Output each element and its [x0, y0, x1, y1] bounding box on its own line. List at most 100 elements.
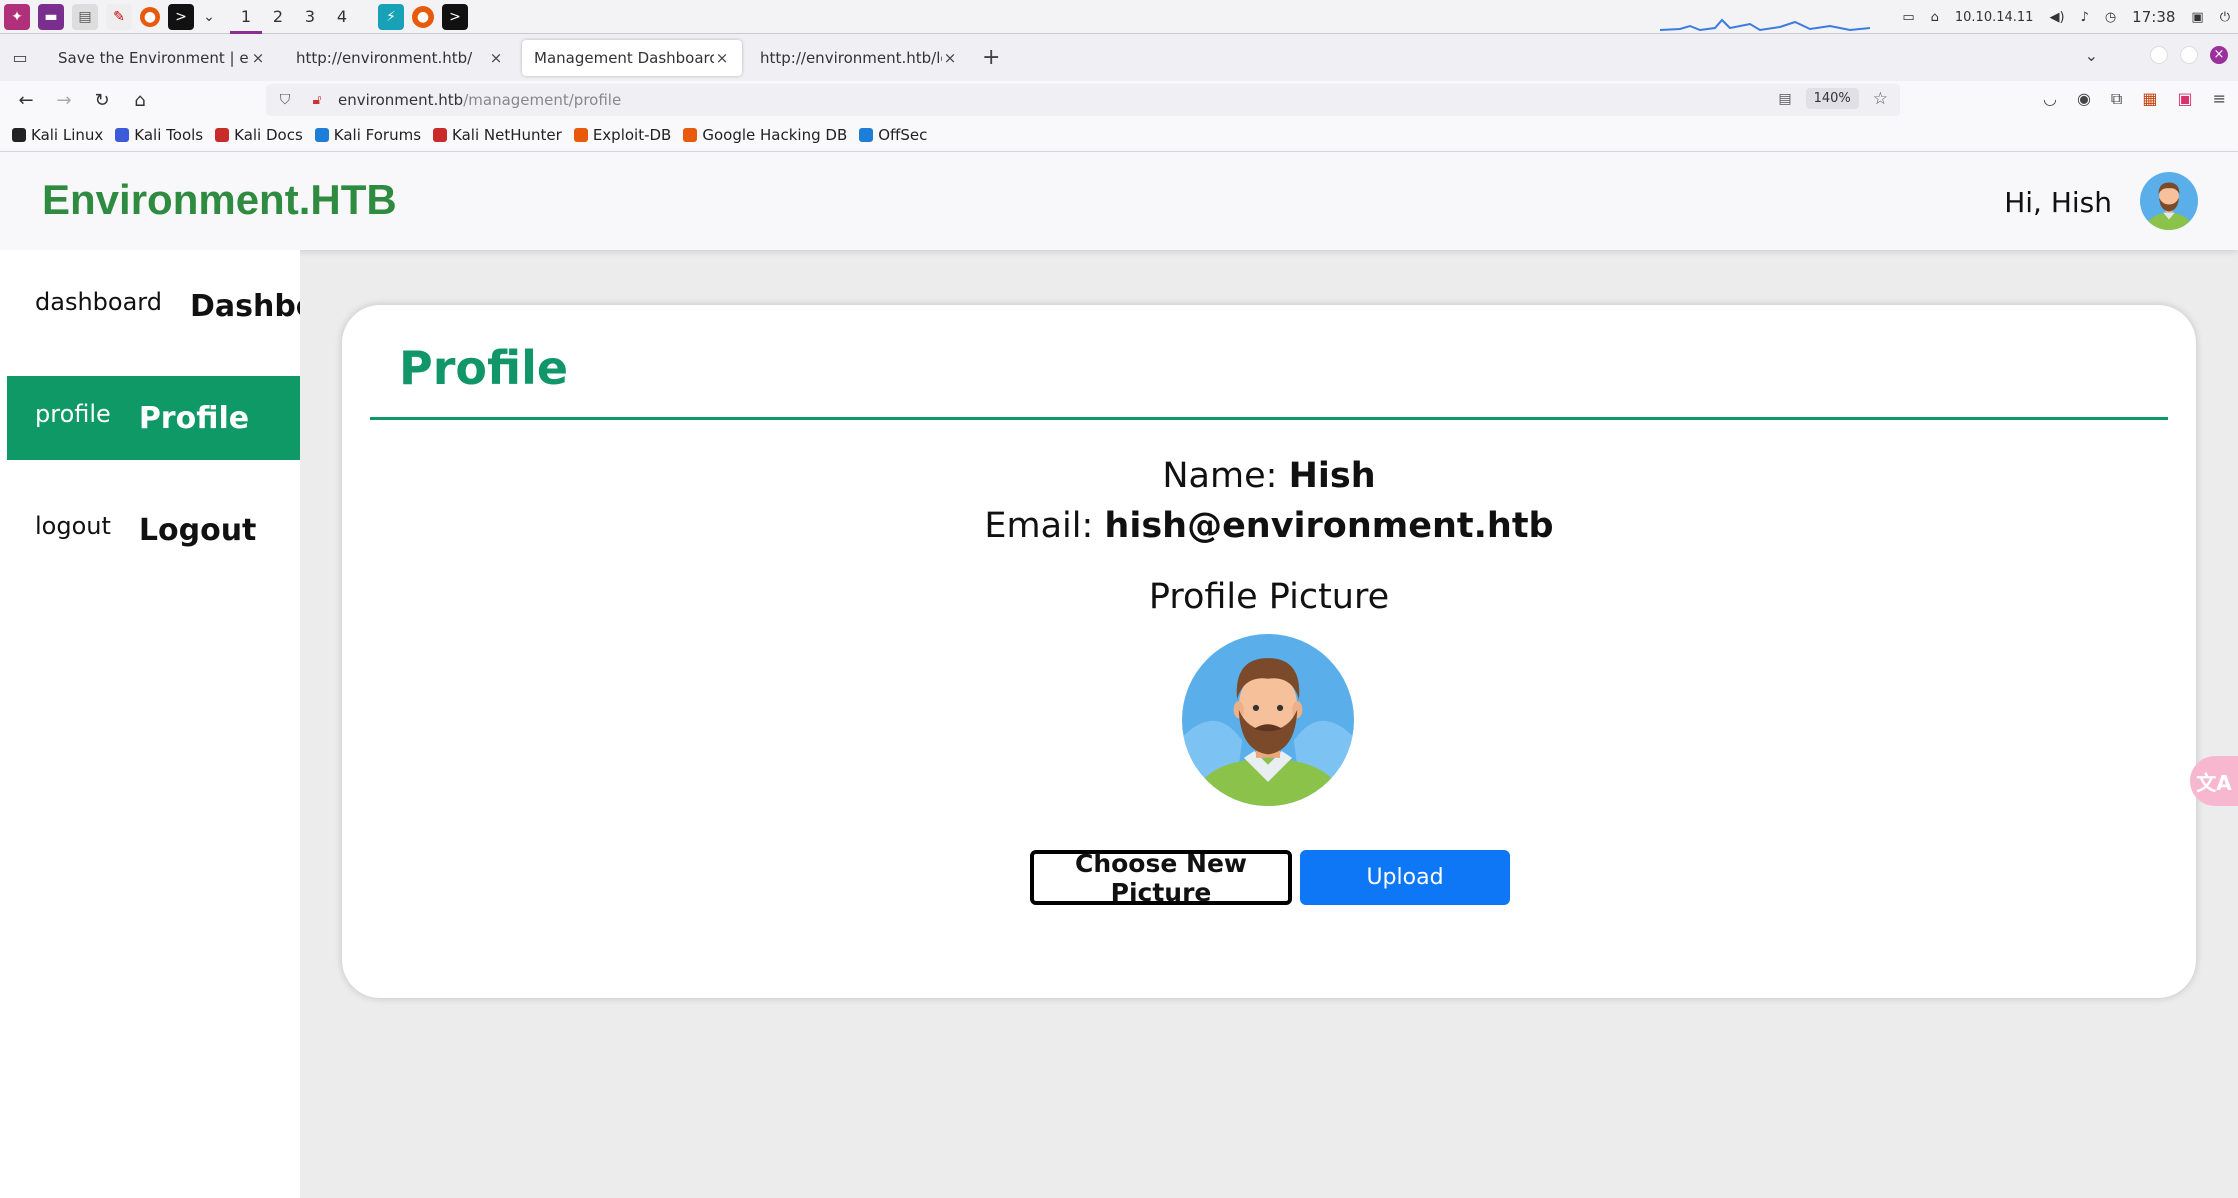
display-icon[interactable]: ▭ [1902, 10, 1914, 25]
editor-launcher-icon[interactable]: ✎ [106, 3, 132, 30]
notifications-icon[interactable]: ♪ [2081, 10, 2089, 25]
bookmark-label: Kali Tools [134, 126, 204, 144]
name-label: Name: [1162, 456, 1278, 496]
sidebar-item-alt-text: dashboard [35, 288, 162, 316]
sidebar-item-alt-text: profile [35, 400, 111, 428]
bookmark-item[interactable]: Kali Tools [115, 126, 203, 144]
site-header: Environment.HTB Hi, Hish [0, 152, 2238, 250]
bookmark-label: Kali NetHunter [452, 126, 562, 144]
close-icon[interactable]: × [250, 49, 266, 67]
bookmark-favicon-icon [859, 128, 874, 142]
bookmark-star-icon[interactable]: ☆ [1873, 89, 1888, 109]
choose-picture-button[interactable]: Choose New Picture [1030, 849, 1292, 907]
translate-addon-icon[interactable]: ▣ [2177, 89, 2192, 109]
burp-window-icon[interactable]: ⚡ [378, 3, 404, 30]
forward-icon[interactable]: → [46, 90, 82, 111]
browser-tab-active[interactable]: Management Dashboard | en × [522, 39, 742, 76]
tab-list-icon[interactable]: ▭ [0, 48, 40, 67]
browser-tab[interactable]: http://environment.htb/ × [284, 40, 516, 76]
tab-title: http://environment.htb/login [760, 48, 942, 67]
shield-icon[interactable]: ⛉ [272, 92, 298, 108]
upload-button[interactable]: Upload [1300, 850, 1510, 905]
workspace-4[interactable]: 4 [326, 0, 358, 34]
bookmark-favicon-icon [573, 128, 588, 142]
url-bar[interactable]: ⛉ 🔓︎ environment.htb/management/profile … [266, 84, 1900, 116]
bookmark-label: Exploit-DB [592, 126, 672, 144]
bookmark-label: Google Hacking DB [702, 126, 848, 144]
close-window-button[interactable]: × [2210, 46, 2228, 64]
workspace-1[interactable]: 1 [230, 0, 262, 34]
system-tray: ▭ ⌂ 10.10.14.11 ◀) ♪ ◷ 17:38 ▣ ⏻ [1902, 0, 2230, 34]
bookmark-item[interactable]: Kali Docs [215, 126, 303, 144]
sidebar-item-profile[interactable]: profile Profile [7, 376, 300, 460]
extensions-icon[interactable]: ⧉ [2111, 89, 2122, 109]
reader-mode-icon[interactable]: ▤ [1778, 91, 1791, 107]
close-icon[interactable]: × [488, 49, 504, 67]
profile-info: Name: Hish Email: hish@environment.htb [342, 451, 2196, 551]
bookmark-item[interactable]: Kali NetHunter [433, 126, 562, 144]
bookmark-item[interactable]: Google Hacking DB [683, 126, 847, 144]
sidebar-item-label: Logout [138, 512, 257, 548]
clock-icon: ◷ [2104, 9, 2117, 25]
chevron-down-icon[interactable]: ⌄ [2085, 46, 2098, 65]
bookmark-favicon-icon [433, 128, 448, 142]
bookmark-label: Kali Forums [333, 126, 422, 144]
tab-title: Management Dashboard | en [534, 48, 714, 67]
chevron-down-icon[interactable]: ⌄ [202, 4, 216, 30]
workspace-3[interactable]: 3 [294, 0, 326, 34]
url-text[interactable]: environment.htb/management/profile [338, 91, 621, 109]
terminal-window-icon[interactable]: > [442, 3, 468, 30]
workspace-switcher: 1 2 3 4 [230, 0, 358, 34]
home-icon[interactable]: ⌂ [122, 90, 158, 111]
back-icon[interactable]: ← [8, 90, 44, 111]
sidebar-item-dashboard[interactable]: dashboard Dashboard [7, 264, 300, 348]
files-launcher-icon[interactable]: ▤ [72, 3, 98, 30]
web-page: Environment.HTB Hi, Hish dashboard Dashb… [0, 152, 2238, 1198]
terminal-icon[interactable]: > [168, 3, 194, 30]
close-icon[interactable]: × [942, 49, 958, 67]
avatar[interactable] [2140, 172, 2198, 230]
bookmark-item[interactable]: Kali Linux [12, 126, 103, 144]
minimize-button[interactable] [2150, 46, 2168, 64]
close-icon[interactable]: × [714, 49, 730, 67]
reload-icon[interactable]: ↻ [84, 90, 120, 111]
workspace-2[interactable]: 2 [262, 0, 294, 34]
hamburger-menu-icon[interactable]: ≡ [2213, 89, 2226, 109]
os-taskbar: ✦ ▬ ▤ ✎ ● > ⌄ 1 2 3 4 ⚡ ● > ▭ ⌂ 10.10.14… [0, 0, 2238, 34]
pocket-icon[interactable]: ◡ [2043, 89, 2057, 109]
sidebar-item-label: Profile [138, 400, 250, 436]
page-title: Profile [399, 341, 569, 395]
browser-tab[interactable]: http://environment.htb/login × [748, 40, 970, 76]
bookmark-item[interactable]: Exploit-DB [573, 126, 672, 144]
bookmark-favicon-icon [12, 128, 26, 142]
ip-address: 10.10.14.11 [1954, 9, 2034, 25]
bookmark-item[interactable]: Kali Forums [314, 126, 422, 144]
name-value: Hish [1288, 456, 1376, 496]
firefox-window-icon[interactable]: ● [412, 5, 434, 28]
browser-tab[interactable]: Save the Environment | envir × [46, 40, 278, 76]
translate-icon[interactable]: 文A [2190, 756, 2238, 806]
new-tab-icon[interactable]: + [982, 45, 1000, 70]
bookmark-item[interactable]: OffSec [859, 126, 927, 144]
zoom-level[interactable]: 140% [1805, 88, 1859, 109]
profile-picture [1182, 634, 1354, 806]
bookmark-favicon-icon [215, 128, 230, 142]
maximize-button[interactable] [2180, 46, 2198, 64]
addon-icon[interactable]: ▦ [2142, 89, 2157, 109]
user-greeting: Hi, Hish [2004, 186, 2112, 219]
bookmark-favicon-icon [115, 128, 130, 142]
lock-icon[interactable]: ▣ [2191, 10, 2203, 25]
terminal-launcher-icon[interactable]: ▬ [38, 3, 64, 30]
kali-menu-icon[interactable]: ✦ [4, 3, 30, 30]
account-icon[interactable]: ◉ [2077, 89, 2091, 109]
volume-icon[interactable]: ◀) [2049, 10, 2064, 25]
vpn-icon[interactable]: ⌂ [1931, 10, 1939, 25]
email-value: hish@environment.htb [1104, 506, 1554, 546]
bookmark-label: OffSec [878, 126, 928, 144]
firefox-launcher-icon[interactable]: ● [140, 6, 160, 27]
email-row: Email: hish@environment.htb [342, 501, 2196, 551]
site-title[interactable]: Environment.HTB [42, 176, 397, 224]
insecure-lock-icon[interactable]: 🔓︎ [304, 92, 330, 108]
power-icon[interactable]: ⏻ [2220, 10, 2230, 25]
sidebar-item-logout[interactable]: logout Logout [7, 488, 300, 572]
